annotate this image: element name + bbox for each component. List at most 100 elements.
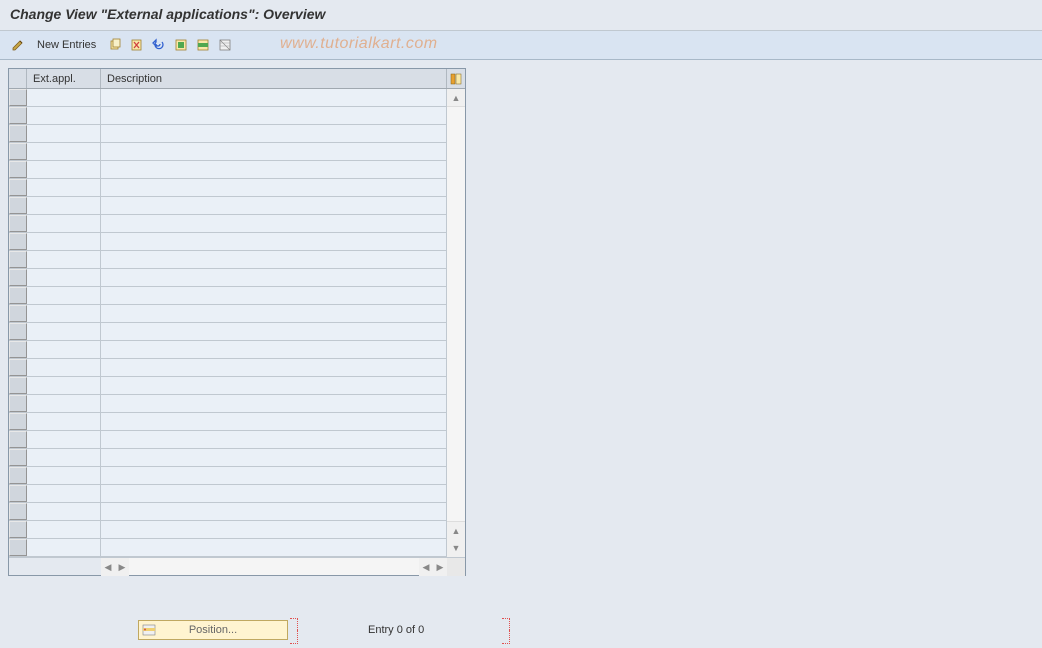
scroll-left-end-button[interactable]: ◀ [419, 558, 433, 576]
copy-button[interactable] [105, 35, 125, 55]
row-selector[interactable] [9, 467, 27, 484]
row-selector[interactable] [9, 215, 27, 232]
cell-description[interactable] [101, 341, 447, 358]
cell-extappl[interactable] [27, 215, 101, 232]
cell-description[interactable] [101, 287, 447, 304]
cell-description[interactable] [101, 251, 447, 268]
cell-extappl[interactable] [27, 305, 101, 322]
cell-extappl[interactable] [27, 143, 101, 160]
cell-description[interactable] [101, 323, 447, 340]
cell-description[interactable] [101, 431, 447, 448]
row-selector[interactable] [9, 449, 27, 466]
cell-description[interactable] [101, 305, 447, 322]
cell-extappl[interactable] [27, 287, 101, 304]
row-selector[interactable] [9, 305, 27, 322]
row-selector[interactable] [9, 287, 27, 304]
cell-description[interactable] [101, 161, 447, 178]
cell-extappl[interactable] [27, 449, 101, 466]
scroll-left-button[interactable]: ◀ [101, 558, 115, 576]
cell-extappl[interactable] [27, 359, 101, 376]
column-config-button[interactable] [447, 69, 465, 88]
cell-description[interactable] [101, 449, 447, 466]
cell-description[interactable] [101, 359, 447, 376]
column-header-selector[interactable] [9, 69, 27, 88]
row-selector[interactable] [9, 233, 27, 250]
cell-extappl[interactable] [27, 269, 101, 286]
cell-extappl[interactable] [27, 521, 101, 538]
cell-description[interactable] [101, 467, 447, 484]
cell-description[interactable] [101, 485, 447, 502]
row-selector[interactable] [9, 251, 27, 268]
cell-extappl[interactable] [27, 89, 101, 106]
cell-extappl[interactable] [27, 323, 101, 340]
cell-description[interactable] [101, 143, 447, 160]
cell-extappl[interactable] [27, 179, 101, 196]
delete-button[interactable] [127, 35, 147, 55]
row-selector[interactable] [9, 377, 27, 394]
cell-extappl[interactable] [27, 503, 101, 520]
row-selector[interactable] [9, 161, 27, 178]
new-entries-button[interactable]: New Entries [30, 35, 103, 55]
row-selector[interactable] [9, 269, 27, 286]
cell-extappl[interactable] [27, 233, 101, 250]
deselect-button[interactable] [215, 35, 235, 55]
row-selector[interactable] [9, 197, 27, 214]
cell-extappl[interactable] [27, 467, 101, 484]
cell-extappl[interactable] [27, 251, 101, 268]
row-selector[interactable] [9, 143, 27, 160]
row-selector[interactable] [9, 431, 27, 448]
row-selector[interactable] [9, 125, 27, 142]
cell-description[interactable] [101, 125, 447, 142]
position-button[interactable]: Position... [138, 620, 288, 640]
row-selector[interactable] [9, 395, 27, 412]
cell-description[interactable] [101, 197, 447, 214]
row-selector[interactable] [9, 539, 27, 556]
scroll-right-button[interactable]: ▶ [115, 558, 129, 576]
cell-description[interactable] [101, 503, 447, 520]
cell-extappl[interactable] [27, 197, 101, 214]
scroll-right-end-button[interactable]: ▶ [433, 558, 447, 576]
cell-extappl[interactable] [27, 395, 101, 412]
cell-extappl[interactable] [27, 125, 101, 142]
cell-description[interactable] [101, 215, 447, 232]
undo-button[interactable] [149, 35, 169, 55]
scroll-up-bottom-button[interactable]: ▲ [447, 521, 465, 539]
cell-description[interactable] [101, 413, 447, 430]
hscroll-track[interactable] [129, 558, 419, 575]
row-selector[interactable] [9, 341, 27, 358]
cell-extappl[interactable] [27, 341, 101, 358]
cell-extappl[interactable] [27, 107, 101, 124]
scroll-track[interactable] [447, 107, 465, 521]
select-all-button[interactable] [171, 35, 191, 55]
cell-description[interactable] [101, 179, 447, 196]
cell-extappl[interactable] [27, 377, 101, 394]
select-block-button[interactable] [193, 35, 213, 55]
column-header-description[interactable]: Description [101, 69, 447, 88]
row-selector[interactable] [9, 179, 27, 196]
cell-description[interactable] [101, 395, 447, 412]
cell-extappl[interactable] [27, 431, 101, 448]
edit-button[interactable] [8, 35, 28, 55]
cell-description[interactable] [101, 521, 447, 538]
row-selector[interactable] [9, 413, 27, 430]
cell-description[interactable] [101, 539, 447, 556]
row-selector[interactable] [9, 521, 27, 538]
cell-extappl[interactable] [27, 413, 101, 430]
row-selector[interactable] [9, 107, 27, 124]
cell-extappl[interactable] [27, 539, 101, 556]
cell-description[interactable] [101, 107, 447, 124]
row-selector[interactable] [9, 323, 27, 340]
cell-extappl[interactable] [27, 161, 101, 178]
row-selector[interactable] [9, 503, 27, 520]
cell-description[interactable] [101, 233, 447, 250]
row-selector[interactable] [9, 359, 27, 376]
row-selector[interactable] [9, 89, 27, 106]
scroll-down-button[interactable]: ▼ [447, 539, 465, 557]
cell-description[interactable] [101, 89, 447, 106]
row-selector[interactable] [9, 485, 27, 502]
column-header-extappl[interactable]: Ext.appl. [27, 69, 101, 88]
cell-description[interactable] [101, 377, 447, 394]
cell-description[interactable] [101, 269, 447, 286]
vertical-scrollbar[interactable]: ▲ ▲ ▼ [447, 89, 465, 557]
cell-extappl[interactable] [27, 485, 101, 502]
